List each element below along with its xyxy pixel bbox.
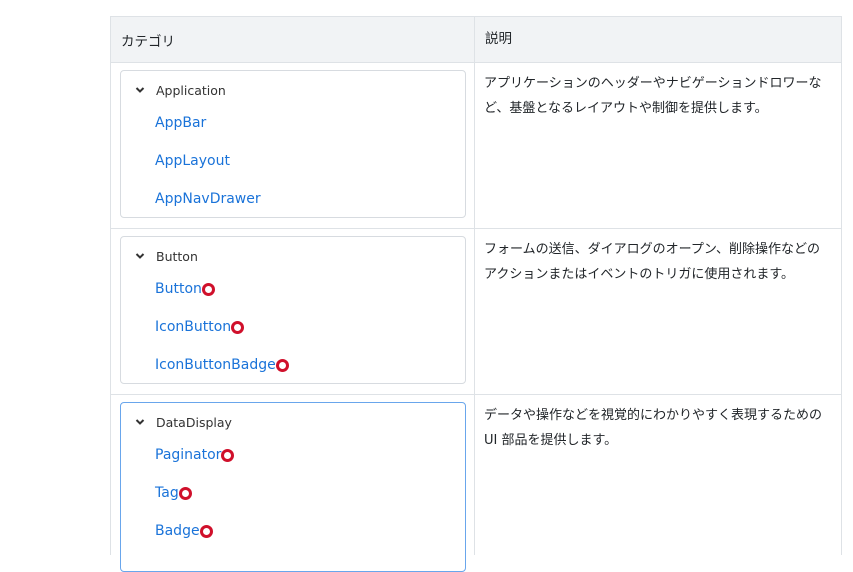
nav-link-iconbuttonbadge[interactable]: IconButtonBadge <box>121 346 465 384</box>
table-row: DataDisplay Paginator Tag Badge データや操作など… <box>111 395 841 572</box>
group-label: Button <box>156 248 198 264</box>
header-description: 説明 <box>485 31 512 47</box>
category-cell: Application AppBar AppLayout AppNavDrawe… <box>111 63 475 228</box>
nav-link-appnavdrawer[interactable]: AppNavDrawer <box>121 180 465 218</box>
red-circle-marker-icon <box>178 486 192 500</box>
nav-link-applayout[interactable]: AppLayout <box>121 142 465 180</box>
description-cell: データや操作などを視覚的にわかりやすく表現するためのUI 部品を提供します。 <box>484 408 823 448</box>
table-header-row: カテゴリ 説明 <box>111 16 841 63</box>
header-category: カテゴリ <box>111 17 475 62</box>
link-label[interactable]: Badge <box>155 523 200 539</box>
chevron-down-icon <box>135 253 145 259</box>
category-card-application: Application AppBar AppLayout AppNavDrawe… <box>120 70 466 218</box>
group-toggle-button[interactable]: Button <box>121 244 465 268</box>
description-cell: フォームの送信、ダイアログのオープン、削除操作などのアクションまたはイベントのト… <box>484 242 821 282</box>
nav-link-iconbutton[interactable]: IconButton <box>121 308 465 346</box>
nav-link-appbar[interactable]: AppBar <box>121 104 465 142</box>
red-circle-marker-icon <box>199 524 213 538</box>
red-circle-marker-icon <box>201 282 215 296</box>
nav-link-paginator[interactable]: Paginator <box>121 436 465 474</box>
description-cell: アプリケーションのヘッダーやナビゲーションドロワーなど、基盤となるレイアウトや制… <box>484 76 822 116</box>
group-label: Application <box>156 82 226 98</box>
chevron-down-icon <box>135 87 145 93</box>
red-circle-marker-icon <box>221 448 235 462</box>
nav-link-button[interactable]: Button <box>121 270 465 308</box>
link-label[interactable]: Tag <box>155 485 179 501</box>
table-row: Button Button IconButton IconButtonBadge… <box>111 229 841 395</box>
group-toggle-application[interactable]: Application <box>121 78 465 102</box>
group-label: DataDisplay <box>156 414 232 430</box>
category-card-button: Button Button IconButton IconButtonBadge <box>120 236 466 384</box>
link-label[interactable]: Paginator <box>155 447 221 463</box>
nav-link-tag[interactable]: Tag <box>121 474 465 512</box>
link-label[interactable]: IconButton <box>155 319 231 335</box>
group-toggle-datadisplay[interactable]: DataDisplay <box>121 410 465 434</box>
link-label[interactable]: AppNavDrawer <box>155 191 261 207</box>
table-row: Application AppBar AppLayout AppNavDrawe… <box>111 63 841 229</box>
category-cell: Button Button IconButton IconButtonBadge <box>111 229 475 394</box>
category-cell: DataDisplay Paginator Tag Badge <box>111 395 475 572</box>
link-label[interactable]: IconButtonBadge <box>155 357 276 373</box>
link-label[interactable]: AppBar <box>155 115 206 131</box>
nav-link-badge[interactable]: Badge <box>121 512 465 550</box>
link-label[interactable]: AppLayout <box>155 153 230 169</box>
red-circle-marker-icon <box>231 320 245 334</box>
red-circle-marker-icon <box>275 358 289 372</box>
link-label[interactable]: Button <box>155 281 202 297</box>
component-table: カテゴリ 説明 Application AppBar AppLayout App… <box>110 16 842 572</box>
category-card-datadisplay: DataDisplay Paginator Tag Badge <box>120 402 466 572</box>
chevron-down-icon <box>135 419 145 425</box>
